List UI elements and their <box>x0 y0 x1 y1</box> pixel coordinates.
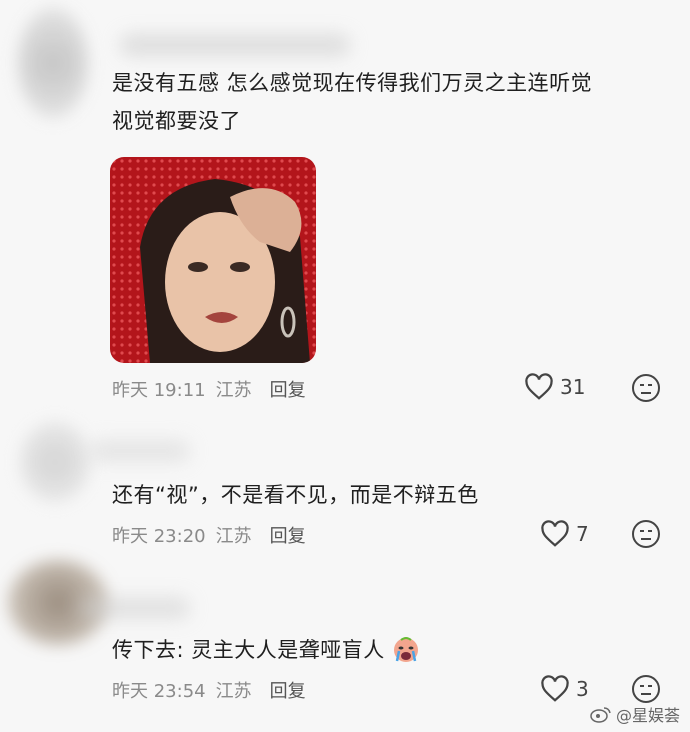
comment-text: 还有“视”，不是看不见，而是不辩五色 <box>112 483 479 507</box>
avatar-blurred[interactable] <box>18 8 88 118</box>
username-blurred[interactable] <box>120 34 350 56</box>
like-button[interactable]: 7 <box>540 520 589 548</box>
comment-text-line: 是没有五感 怎么感觉现在传得我们万灵之主连听觉 <box>112 71 593 95</box>
weibo-logo-icon <box>590 707 611 723</box>
comment-text-content: 传下去: 灵主大人是聋哑盲人 <box>112 638 385 662</box>
reply-button[interactable]: 回复 <box>270 677 306 703</box>
reply-button[interactable]: 回复 <box>270 376 306 402</box>
sticker-image[interactable] <box>110 157 316 363</box>
neutral-face-icon[interactable] <box>630 518 662 550</box>
comment-location: 江苏 <box>215 681 252 702</box>
neutral-face-icon[interactable] <box>630 372 662 404</box>
neutral-face-icon[interactable] <box>630 673 662 705</box>
comment-meta: 昨天 23:54 江苏 回复 <box>112 677 306 703</box>
comment-meta: 昨天 19:11 江苏 回复 <box>112 376 306 402</box>
comment-1: 是没有五感 怎么感觉现在传得我们万灵之主连听觉 视觉都要没了 昨天 19:11 … <box>0 0 690 410</box>
watermark-text: @星娱荟 <box>615 706 680 725</box>
like-button[interactable]: 3 <box>540 675 589 703</box>
comment-meta: 昨天 23:20 江苏 回复 <box>112 522 306 548</box>
comment-time: 昨天 23:54 <box>112 681 206 702</box>
comment-3: 传下去: 灵主大人是聋哑盲人 昨天 23:54 江苏 回复 3 <box>0 555 690 732</box>
reply-button[interactable]: 回复 <box>270 522 306 548</box>
like-count: 31 <box>560 375 586 399</box>
heart-outline-icon <box>541 520 569 547</box>
comment-2: 还有“视”，不是看不见，而是不辩五色 昨天 23:20 江苏 回复 7 <box>0 410 690 555</box>
like-count: 3 <box>576 677 589 701</box>
crying-face-emoji <box>393 637 418 662</box>
username-blurred[interactable] <box>80 597 190 619</box>
comment-location: 江苏 <box>215 380 252 401</box>
comment-text: 是没有五感 怎么感觉现在传得我们万灵之主连听觉 视觉都要没了 <box>112 64 592 140</box>
heart-outline-icon <box>525 373 553 400</box>
watermark: @星娱荟 <box>590 702 680 726</box>
like-button[interactable]: 31 <box>524 373 585 401</box>
heart-outline-icon <box>541 675 569 702</box>
comment-location: 江苏 <box>215 526 252 547</box>
comment-time: 昨天 19:11 <box>112 380 206 401</box>
sticker-illustration <box>110 157 316 363</box>
comment-text-line: 视觉都要没了 <box>112 109 241 133</box>
comment-text: 传下去: 灵主大人是聋哑盲人 <box>112 631 421 669</box>
like-count: 7 <box>576 522 589 546</box>
comment-time: 昨天 23:20 <box>112 526 206 547</box>
username-blurred[interactable] <box>90 440 190 462</box>
avatar-blurred[interactable] <box>20 422 90 502</box>
